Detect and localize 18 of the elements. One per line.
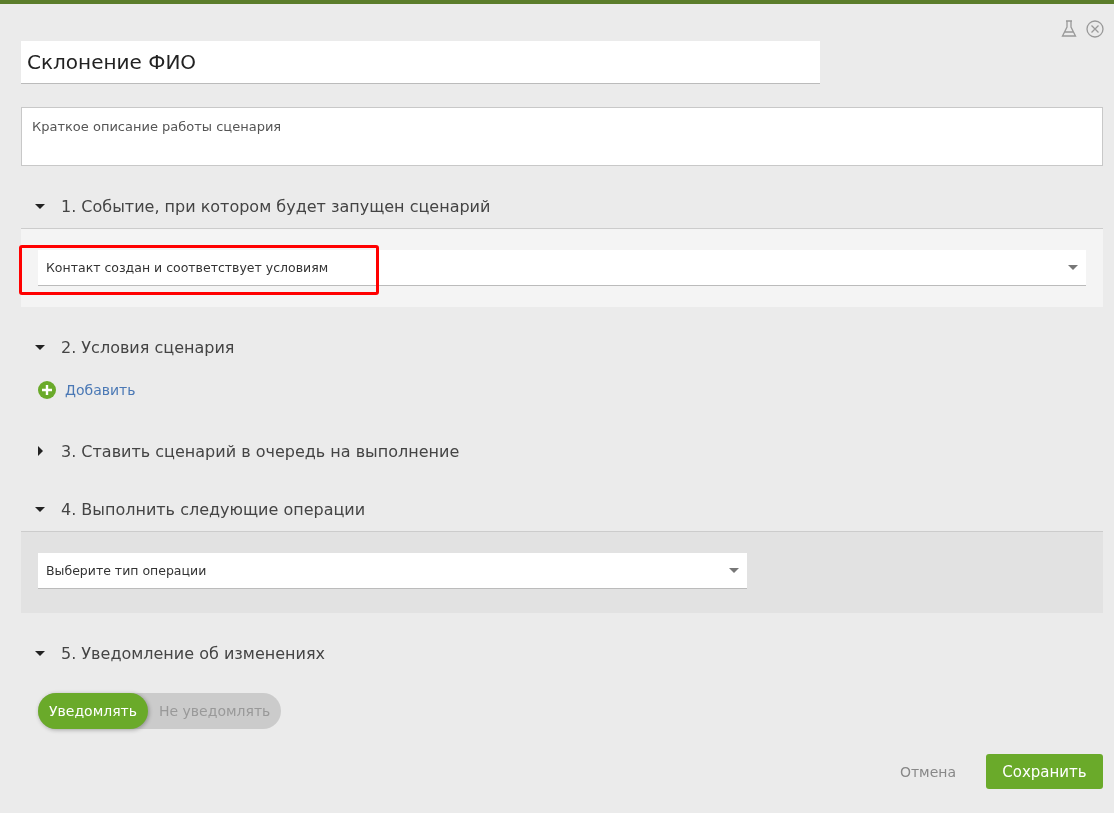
plus-circle-icon[interactable] <box>38 381 56 399</box>
section-title[interactable]: 4. Выполнить следующие операции <box>61 499 366 519</box>
title-field[interactable]: Склонение ФИО <box>21 41 820 84</box>
section-title[interactable]: 3. Ставить сценарий в очередь на выполнение <box>61 441 460 461</box>
dropdown-caret-icon[interactable] <box>729 567 739 574</box>
dropdown-field[interactable]: Контакт создан и соответствует условиям <box>38 250 1086 286</box>
caret-icon[interactable] <box>35 201 45 211</box>
caret-icon[interactable] <box>35 342 45 352</box>
section-title[interactable]: 5. Уведомление об изменениях <box>61 643 325 663</box>
section-title[interactable]: 2. Условия сценария <box>61 337 235 357</box>
section-title[interactable]: 1. Событие, при котором будет запущен сценарий <box>61 196 491 216</box>
caret-icon[interactable] <box>35 446 45 456</box>
add-link[interactable]: Добавить <box>65 382 136 398</box>
dropdown-field[interactable]: Выберите тип операции <box>38 553 747 589</box>
dropdown-caret-icon[interactable] <box>1068 264 1078 271</box>
caret-icon[interactable] <box>35 648 45 658</box>
description-field[interactable]: Краткое описание работы сценария <box>21 107 1103 166</box>
caret-icon[interactable] <box>35 504 45 514</box>
